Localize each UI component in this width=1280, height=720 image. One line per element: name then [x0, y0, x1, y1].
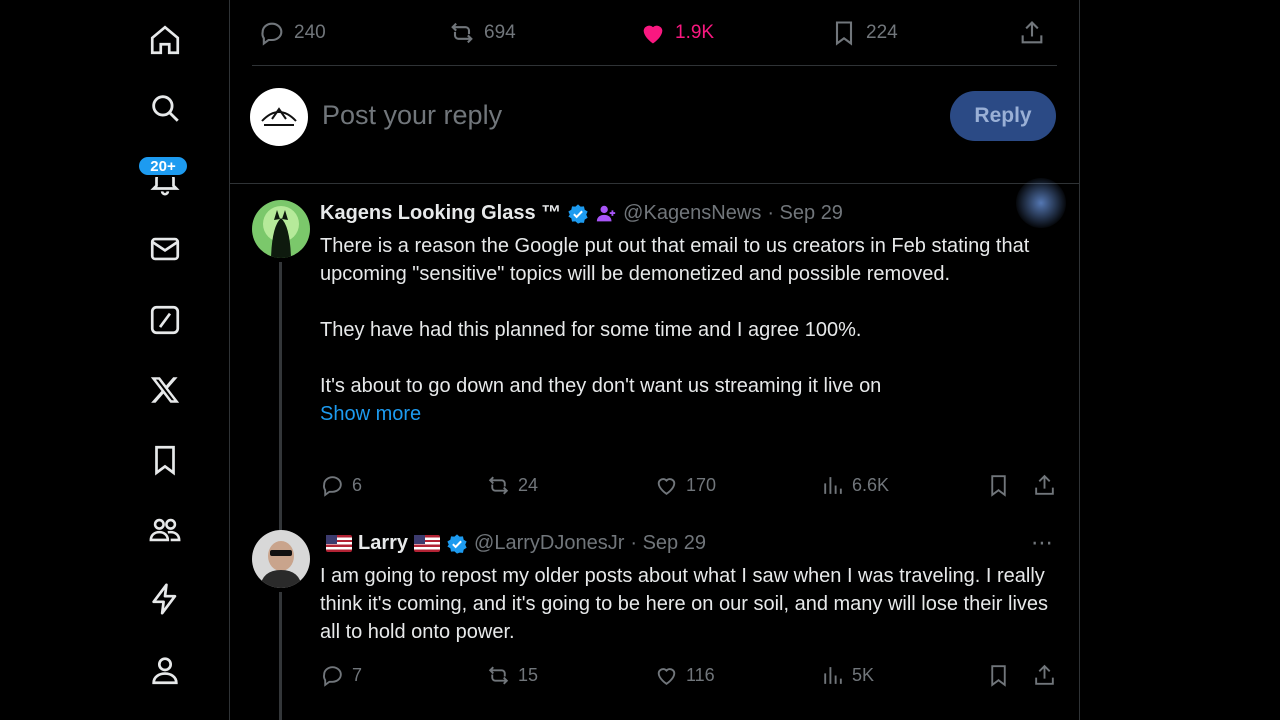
us-flag-icon [414, 535, 441, 552]
bookmark-icon [991, 664, 1006, 687]
cursor-highlight [1016, 178, 1066, 228]
timestamp[interactable]: · Sep 29 [630, 532, 706, 555]
tweet-actions: 6 24 170 6.6K [320, 468, 1058, 502]
bookmark-icon [835, 21, 853, 46]
tweet-header: Kagens Looking Glass ™ @KagensNews · Sep… [320, 202, 843, 225]
share-icon [1035, 474, 1054, 495]
bookmark-action[interactable]: 224 [830, 10, 898, 56]
comment-icon [323, 475, 342, 497]
share-action[interactable] [1018, 10, 1046, 56]
sidebar-nav: 20+ [130, 0, 200, 720]
reply-count: 6 [352, 474, 363, 495]
verified-badge-icon [447, 533, 467, 554]
grok-icon[interactable] [145, 300, 185, 340]
comment-icon [261, 22, 283, 46]
avatar[interactable] [252, 530, 310, 588]
like-action[interactable]: 116 [654, 658, 715, 692]
display-name[interactable]: Kagens Looking Glass ™ [320, 202, 561, 225]
divider [252, 65, 1057, 66]
avatar[interactable] [252, 200, 310, 258]
thread-line [279, 262, 282, 542]
views-count: 6.6K [852, 474, 890, 495]
show-more-link[interactable]: Show more [320, 400, 1060, 428]
tweet-text: There is a reason the Google put out tha… [320, 232, 1060, 428]
divider [230, 183, 1079, 184]
affiliate-badge-icon [597, 205, 616, 221]
thread-line [279, 592, 282, 720]
bookmark-icon [991, 474, 1006, 497]
like-count: 116 [686, 664, 715, 685]
reply-count: 7 [352, 664, 363, 685]
verified-badge-icon [568, 203, 588, 224]
bookmark-action[interactable] [986, 468, 1011, 502]
tweet-paragraph: It's about to go down and they don't wan… [320, 375, 882, 397]
repost-count: 694 [484, 22, 516, 43]
repost-action[interactable]: 694 [448, 10, 516, 56]
bookmark-count: 224 [866, 22, 898, 43]
us-flag-icon [326, 535, 352, 552]
like-count: 170 [686, 474, 717, 495]
timestamp[interactable]: · Sep 29 [767, 202, 843, 225]
repost-count: 15 [518, 664, 539, 685]
reply-action[interactable]: 6 [320, 468, 362, 502]
profile-icon[interactable] [145, 650, 185, 690]
repost-action[interactable]: 24 [486, 468, 538, 502]
communities-icon[interactable] [145, 510, 185, 550]
x-logo-icon[interactable] [145, 370, 185, 410]
reply-button[interactable]: Reply [950, 91, 1056, 141]
share-icon [1035, 664, 1054, 685]
views-chart-icon [824, 476, 842, 494]
avatar [250, 88, 308, 146]
home-icon[interactable] [145, 20, 185, 60]
bookmark-icon[interactable] [145, 440, 185, 480]
share-icon [1021, 21, 1043, 44]
heart-icon [657, 477, 676, 495]
views-chart-icon [824, 666, 842, 684]
handle[interactable]: @LarryDJonesJr [474, 532, 624, 555]
tweet-header: Larry @LarryDJonesJr · Sep 29 [320, 532, 706, 555]
like-action[interactable]: 170 [654, 468, 716, 502]
repost-count: 24 [518, 474, 539, 495]
more-options-icon[interactable]: ⋯ [1031, 530, 1055, 556]
logo-icon [261, 107, 297, 126]
timeline-column: 240 694 1.9K 224 Post your reply Reply K… [229, 0, 1080, 720]
display-name[interactable]: Larry [358, 532, 408, 555]
tweet-paragraph: They have had this planned for some time… [320, 319, 862, 341]
reply-composer: Post your reply Reply [250, 88, 1056, 148]
views-action[interactable]: 5K [820, 658, 874, 692]
reply-action[interactable]: 240 [258, 10, 326, 56]
tweet-actions: 7 15 116 5K [320, 658, 1058, 692]
tweet-paragraph: There is a reason the Google put out tha… [320, 235, 1035, 285]
repost-icon [488, 666, 509, 684]
like-count: 1.9K [675, 22, 715, 43]
comment-icon [323, 665, 342, 687]
repost-icon [488, 476, 509, 494]
share-action[interactable] [1032, 658, 1057, 692]
reply-count: 240 [294, 22, 326, 43]
handle[interactable]: @KagensNews [623, 202, 761, 225]
bookmark-action[interactable] [986, 658, 1011, 692]
share-action[interactable] [1032, 468, 1057, 502]
notification-badge: 20+ [137, 155, 189, 177]
repost-icon [451, 22, 473, 44]
search-icon[interactable] [145, 88, 185, 128]
mail-icon[interactable] [145, 229, 185, 269]
post-action-bar: 240 694 1.9K 224 [252, 10, 1058, 56]
views-count: 5K [852, 664, 875, 685]
views-action[interactable]: 6.6K [820, 468, 889, 502]
lightning-icon[interactable] [145, 579, 185, 619]
tweet-paragraph: I am going to repost my older posts abou… [320, 565, 1054, 643]
reply-action[interactable]: 7 [320, 658, 362, 692]
reply-input[interactable]: Post your reply [322, 100, 502, 131]
heart-filled-icon [643, 25, 663, 44]
heart-icon [657, 667, 676, 685]
repost-action[interactable]: 15 [486, 658, 538, 692]
like-action[interactable]: 1.9K [639, 10, 714, 56]
